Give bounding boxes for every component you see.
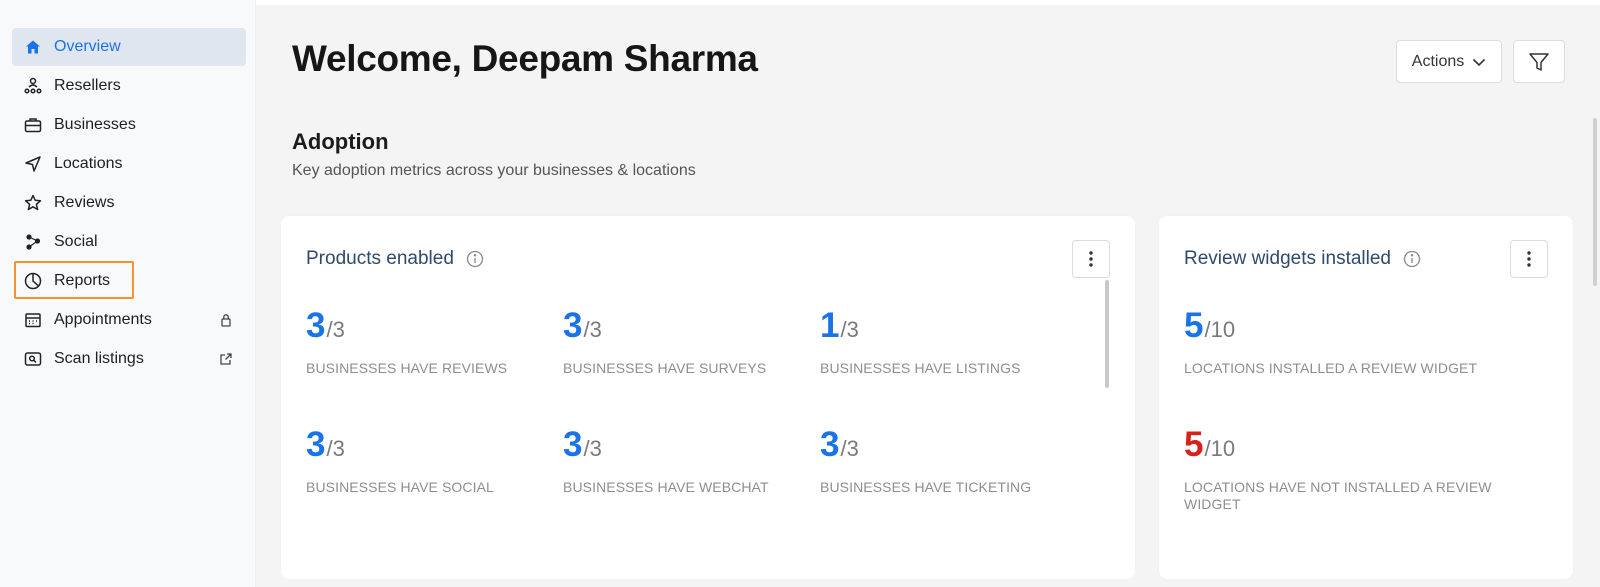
metric-total: /10 <box>1204 317 1236 342</box>
metric-widget-installed: 5/10 LOCATIONS INSTALLED A REVIEW WIDGET <box>1184 306 1524 377</box>
metric-surveys: 3/3 BUSINESSES HAVE SURVEYS <box>563 306 803 377</box>
metric-widget-not-installed: 5/10 LOCATIONS HAVE NOT INSTALLED A REVI… <box>1184 425 1524 513</box>
sidebar-item-scan-listings[interactable]: Scan listings <box>12 340 246 378</box>
metric-value: 5 <box>1184 425 1204 464</box>
sidebar-item-reviews[interactable]: Reviews <box>12 184 246 222</box>
sidebar-item-reports[interactable]: Reports <box>12 262 246 300</box>
filter-icon <box>1528 51 1550 73</box>
star-icon <box>24 194 42 212</box>
review-widgets-card: Review widgets installed 5/10 LOCATIONS … <box>1159 216 1573 579</box>
metric-webchat: 3/3 BUSINESSES HAVE WEBCHAT <box>563 425 803 496</box>
page-scrollbar[interactable] <box>1593 118 1597 286</box>
filter-button[interactable] <box>1513 40 1565 83</box>
briefcase-icon <box>24 116 42 134</box>
sidebar-item-label: Overview <box>54 38 121 55</box>
metric-total: /3 <box>840 436 859 461</box>
metric-total: /3 <box>326 436 345 461</box>
metric-total: /10 <box>1204 436 1236 461</box>
resellers-icon <box>24 77 42 95</box>
external-link-icon <box>218 351 234 367</box>
info-icon[interactable] <box>1403 250 1421 268</box>
navigation-arrow-icon <box>24 155 42 173</box>
section-title: Adoption <box>292 129 389 154</box>
sidebar-item-label: Scan listings <box>54 350 144 367</box>
sidebar-item-label: Locations <box>54 155 123 172</box>
sidebar-item-label: Reports <box>54 272 111 289</box>
lock-icon <box>218 312 234 328</box>
sidebar-item-label: Resellers <box>54 77 121 94</box>
metric-caption: BUSINESSES HAVE LISTINGS <box>820 360 1021 376</box>
metric-ticketing: 3/3 BUSINESSES HAVE TICKETING <box>820 425 1060 496</box>
metric-caption: BUSINESSES HAVE REVIEWS <box>306 360 508 376</box>
metric-value: 3 <box>306 425 326 464</box>
actions-dropdown-button[interactable]: Actions <box>1396 40 1502 83</box>
metric-caption: LOCATIONS HAVE NOT INSTALLED A REVIEW WI… <box>1184 479 1492 512</box>
sidebar-item-overview[interactable]: Overview <box>12 28 246 66</box>
metric-value: 3 <box>306 306 326 345</box>
more-vertical-icon <box>1527 251 1531 267</box>
metric-listings: 1/3 BUSINESSES HAVE LISTINGS <box>820 306 1060 377</box>
card-title: Products enabled <box>306 248 454 269</box>
sidebar-item-label: Reviews <box>54 194 115 211</box>
social-nodes-icon <box>24 233 42 251</box>
metric-caption: BUSINESSES HAVE SURVEYS <box>563 360 767 376</box>
sidebar-item-social[interactable]: Social <box>12 223 246 261</box>
sidebar-item-label: Appointments <box>54 311 152 328</box>
metric-caption: BUSINESSES HAVE SOCIAL <box>306 479 494 495</box>
metric-value: 3 <box>563 306 583 345</box>
section-subtitle: Key adoption metrics across your busines… <box>292 162 696 179</box>
more-vertical-icon <box>1089 251 1093 267</box>
metric-caption: BUSINESSES HAVE TICKETING <box>820 479 1032 495</box>
metric-caption: BUSINESSES HAVE WEBCHAT <box>563 479 769 495</box>
actions-label: Actions <box>1411 52 1465 70</box>
metric-total: /3 <box>840 317 859 342</box>
sidebar-item-resellers[interactable]: Resellers <box>12 67 246 105</box>
card-title-row: Review widgets installed <box>1184 248 1421 270</box>
page-title: Welcome, Deepam Sharma <box>292 38 758 79</box>
metric-total: /3 <box>583 317 602 342</box>
sidebar-item-label: Businesses <box>54 116 136 133</box>
metric-total: /3 <box>583 436 602 461</box>
scan-icon <box>24 350 42 368</box>
metric-value: 5 <box>1184 306 1204 345</box>
products-enabled-card: Products enabled 3/3 BUSINESSES HAVE REV… <box>281 216 1135 579</box>
more-options-button[interactable] <box>1510 240 1548 278</box>
card-title-row: Products enabled <box>306 248 484 270</box>
chevron-down-icon <box>1472 57 1486 67</box>
card-title: Review widgets installed <box>1184 248 1391 269</box>
metric-value: 1 <box>820 306 840 345</box>
metric-social: 3/3 BUSINESSES HAVE SOCIAL <box>306 425 546 496</box>
info-icon[interactable] <box>466 250 484 268</box>
more-options-button[interactable] <box>1072 240 1110 278</box>
metric-reviews: 3/3 BUSINESSES HAVE REVIEWS <box>306 306 546 377</box>
sidebar-item-businesses[interactable]: Businesses <box>12 106 246 144</box>
home-icon <box>24 38 42 56</box>
sidebar-item-label: Social <box>54 233 98 250</box>
metric-value: 3 <box>563 425 583 464</box>
pie-chart-icon <box>24 272 42 290</box>
calendar-icon <box>24 311 42 329</box>
metric-total: /3 <box>326 317 345 342</box>
top-edge <box>256 0 1600 5</box>
metric-caption: LOCATIONS INSTALLED A REVIEW WIDGET <box>1184 360 1478 376</box>
card-scrollbar[interactable] <box>1105 280 1109 388</box>
sidebar: Overview Resellers Businesses Locations … <box>0 0 256 587</box>
sidebar-item-locations[interactable]: Locations <box>12 145 246 183</box>
metric-value: 3 <box>820 425 840 464</box>
sidebar-item-appointments[interactable]: Appointments <box>12 301 246 339</box>
